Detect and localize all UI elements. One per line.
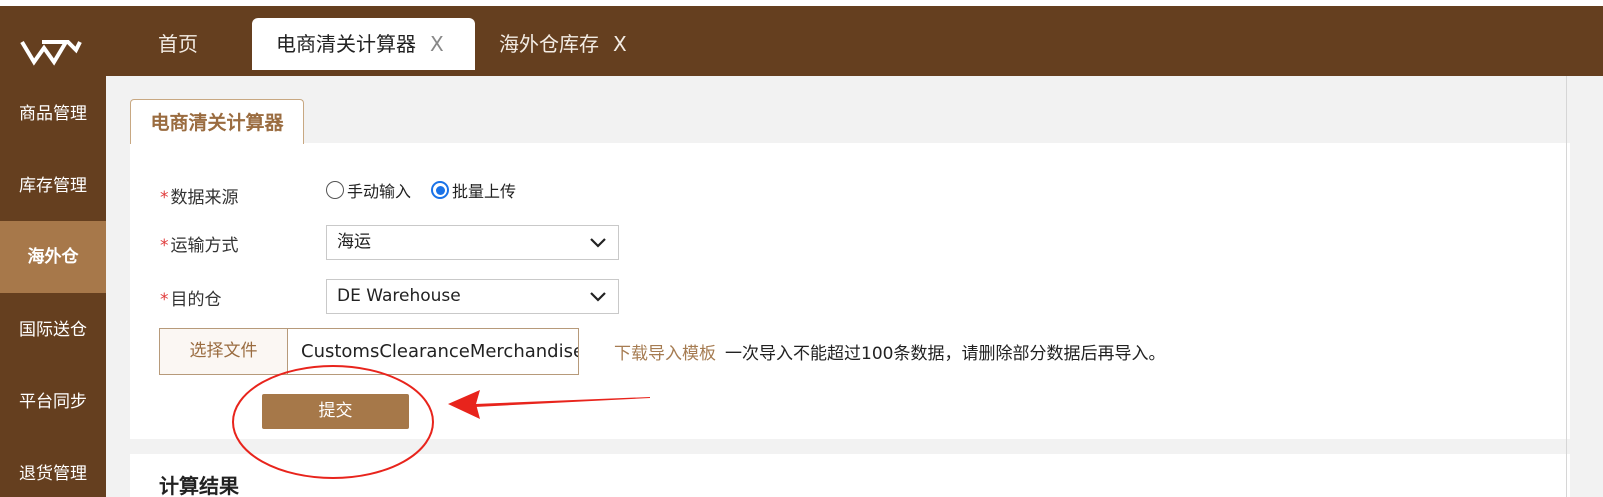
tab-label: 首页 (158, 32, 198, 56)
radio-label[interactable]: 批量上传 (452, 178, 516, 202)
sidebar-item-platform-sync[interactable]: 平台同步 (0, 366, 106, 438)
required-mark: * (160, 188, 169, 208)
tab-label: 电商清关计算器 (276, 32, 416, 56)
radio-label[interactable]: 手动输入 (347, 178, 411, 202)
select-value: DE Warehouse (337, 286, 461, 306)
destination-select[interactable]: DE Warehouse (326, 279, 619, 314)
select-value: 海运 (337, 232, 371, 252)
tab-customs-calculator[interactable]: 电商清关计算器 X (252, 18, 475, 70)
shipping-method-select[interactable]: 海运 (326, 225, 619, 260)
destination-label: * 目的仓 (160, 290, 222, 310)
data-source-radio-group: 手动输入 批量上传 (326, 178, 536, 202)
radio-batch-upload[interactable] (431, 181, 450, 199)
panel-title: 电商清关计算器 (130, 99, 304, 144)
close-icon[interactable]: X (613, 32, 627, 56)
sidebar-item-inventory[interactable]: 库存管理 (0, 150, 106, 222)
sidebar-item-international-delivery[interactable]: 国际送仓 (0, 294, 106, 366)
file-name-field[interactable]: CustomsClearanceMerchandise.x (287, 328, 579, 375)
required-mark: * (160, 236, 169, 256)
import-hint: 一次导入不能超过100条数据，请删除部分数据后再导入。 (725, 344, 1166, 364)
sidebar-item-overseas-warehouse[interactable]: 海外仓 (0, 221, 106, 293)
tab-home[interactable]: 首页 (158, 18, 198, 70)
chevron-down-icon (590, 238, 606, 248)
download-template-link[interactable]: 下载导入模板 (614, 339, 716, 364)
sidebar: 商品管理 库存管理 海外仓 国际送仓 平台同步 退货管理 (0, 76, 106, 497)
submit-button[interactable]: 提交 (262, 394, 409, 429)
logo-icon (20, 40, 82, 66)
close-icon[interactable]: X (430, 32, 444, 56)
chevron-down-icon (590, 292, 606, 302)
results-section: 计算结果 (130, 454, 1570, 497)
shipping-method-label: * 运输方式 (160, 236, 239, 256)
page-edge (1566, 0, 1603, 497)
data-source-label: * 数据来源 (160, 188, 239, 208)
sidebar-item-products[interactable]: 商品管理 (0, 78, 106, 150)
tab-overseas-inventory[interactable]: 海外仓库存 X (499, 18, 627, 70)
required-mark: * (160, 290, 169, 310)
sidebar-item-returns[interactable]: 退货管理 (0, 438, 106, 497)
tab-label: 海外仓库存 (499, 32, 599, 56)
results-title: 计算结果 (159, 474, 239, 497)
radio-manual-input[interactable] (326, 181, 344, 199)
header-bar (0, 6, 1603, 76)
choose-file-button[interactable]: 选择文件 (159, 328, 288, 375)
